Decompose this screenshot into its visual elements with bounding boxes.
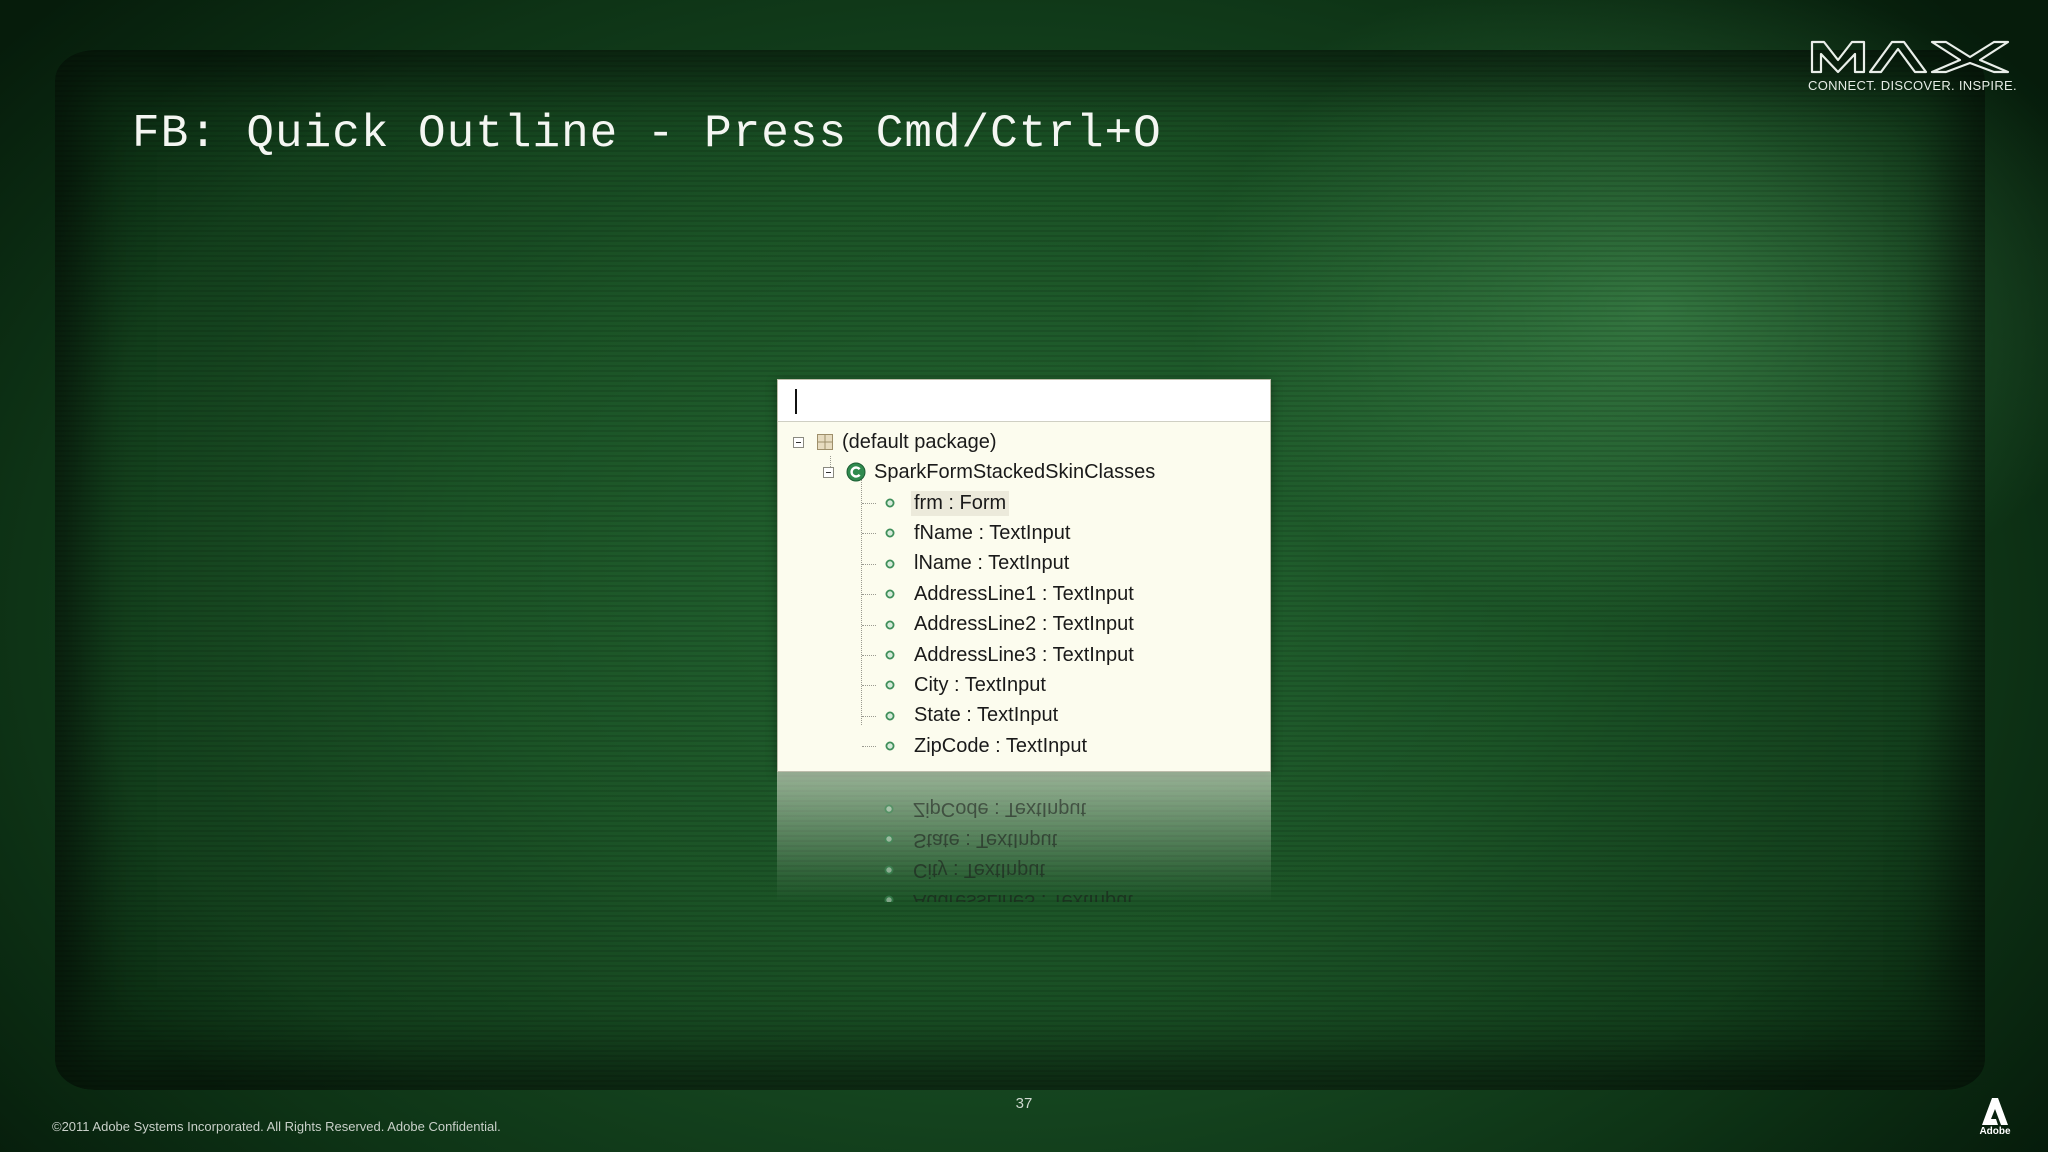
tree-item-field[interactable]: AddressLine2 : TextInput [885,610,1137,640]
adobe-logo: Adobe [1978,1096,2012,1140]
field-icon [884,834,894,844]
field-icon [885,711,895,721]
field-icon [885,498,895,508]
tree-item-field[interactable]: AddressLine3 : TextInput [885,640,1137,670]
tree-item-field[interactable]: City : TextInput [885,670,1049,700]
field-icon [885,650,895,660]
reflection-label: State : TextInput [913,828,1058,851]
outline-filter-input[interactable] [788,387,1258,413]
reflection-row: City : TextInput [884,855,1045,885]
page-number: 37 [1015,1095,1033,1112]
copyright-notice: ©2011 Adobe Systems Incorporated. All Ri… [52,1119,501,1134]
collapse-toggle-icon[interactable] [793,436,804,448]
tree-item-label: fName : TextInput [914,521,1071,544]
tree-item-label: lName : TextInput [914,552,1070,575]
tree-guide-connector [862,594,876,596]
adobe-wordmark: Adobe [1979,1126,2011,1137]
tree-item-label: ZipCode : TextInput [914,734,1088,757]
tree-item-field[interactable]: ZipCode : TextInput [885,731,1090,761]
adobe-logo-icon [1982,1098,2008,1125]
tree-guide-connector [862,624,876,626]
tree-item-label: AddressLine1 : TextInput [914,582,1134,605]
max-logo: CONNECT. DISCOVER. INSPIRE. [1808,36,2017,96]
max-logo-icon [1810,40,2010,74]
tree-item-label: SparkFormStackedSkinClasses [874,460,1156,483]
tree-guide-connector [862,563,876,565]
reflection-row: ZipCode : TextInput [884,794,1086,824]
reflection-content: AddressLine2 : TextInputAddressLine3 : T… [777,772,1271,902]
package-icon [817,434,833,450]
text-caret [795,389,797,414]
tree-guide-line [861,479,862,725]
popup-reflection: AddressLine2 : TextInputAddressLine3 : T… [777,772,1271,902]
tree-item-label: frm : Form [911,490,1010,516]
tree-guide-connector [862,533,876,535]
tree-item-label: AddressLine2 : TextInput [914,613,1134,636]
reflection-label: ZipCode : TextInput [913,798,1087,821]
tree-item-field[interactable]: lName : TextInput [885,549,1072,579]
field-icon [885,528,895,538]
tree-item-label: City : TextInput [914,673,1046,696]
field-icon [885,741,895,751]
logo-tagline: CONNECT. DISCOVER. INSPIRE. [1808,78,2017,93]
tree-guide-connector [862,685,876,687]
tree-item-label: State : TextInput [914,704,1059,727]
presentation-slide: FB: Quick Outline - Press Cmd/Ctrl+O CON… [0,0,2048,1152]
outline-filter-box[interactable] [778,380,1270,422]
tree-item-class[interactable]: SparkFormStackedSkinClasses [823,457,1155,487]
tree-item-field[interactable]: AddressLine1 : TextInput [885,579,1137,609]
field-icon [885,559,895,569]
class-icon [846,462,866,482]
tree-item-label: (default package) [842,430,997,453]
tree-item-field[interactable]: State : TextInput [885,701,1061,731]
reflection-row: State : TextInput [884,824,1057,854]
tree-item-field[interactable]: fName : TextInput [885,518,1073,548]
tree-guide-connector [862,746,876,748]
collapse-toggle-icon[interactable] [823,466,834,478]
field-icon [884,865,894,875]
quick-outline-popup[interactable]: (default package) SparkFormStackedSkinCl… [777,379,1271,772]
reflection-label: City : TextInput [913,859,1045,882]
field-icon [884,895,894,902]
tree-guide-connector [862,655,876,656]
reflection-label: AddressLine3 : TextInput [913,889,1133,902]
tree-guide-connector [862,715,876,717]
field-icon [885,680,895,690]
tree-item-label: AddressLine3 : TextInput [914,643,1134,666]
field-icon [885,620,895,630]
tree-item-field[interactable]: frm : Form [885,488,1010,518]
field-icon [884,804,894,814]
tree-guide-connector [862,503,876,504]
slide-title: FB: Quick Outline - Press Cmd/Ctrl+O [132,108,1162,160]
reflection-row: AddressLine3 : TextInput [884,885,1133,902]
tree-item-default-package[interactable]: (default package) [793,427,997,457]
field-icon [885,589,895,599]
